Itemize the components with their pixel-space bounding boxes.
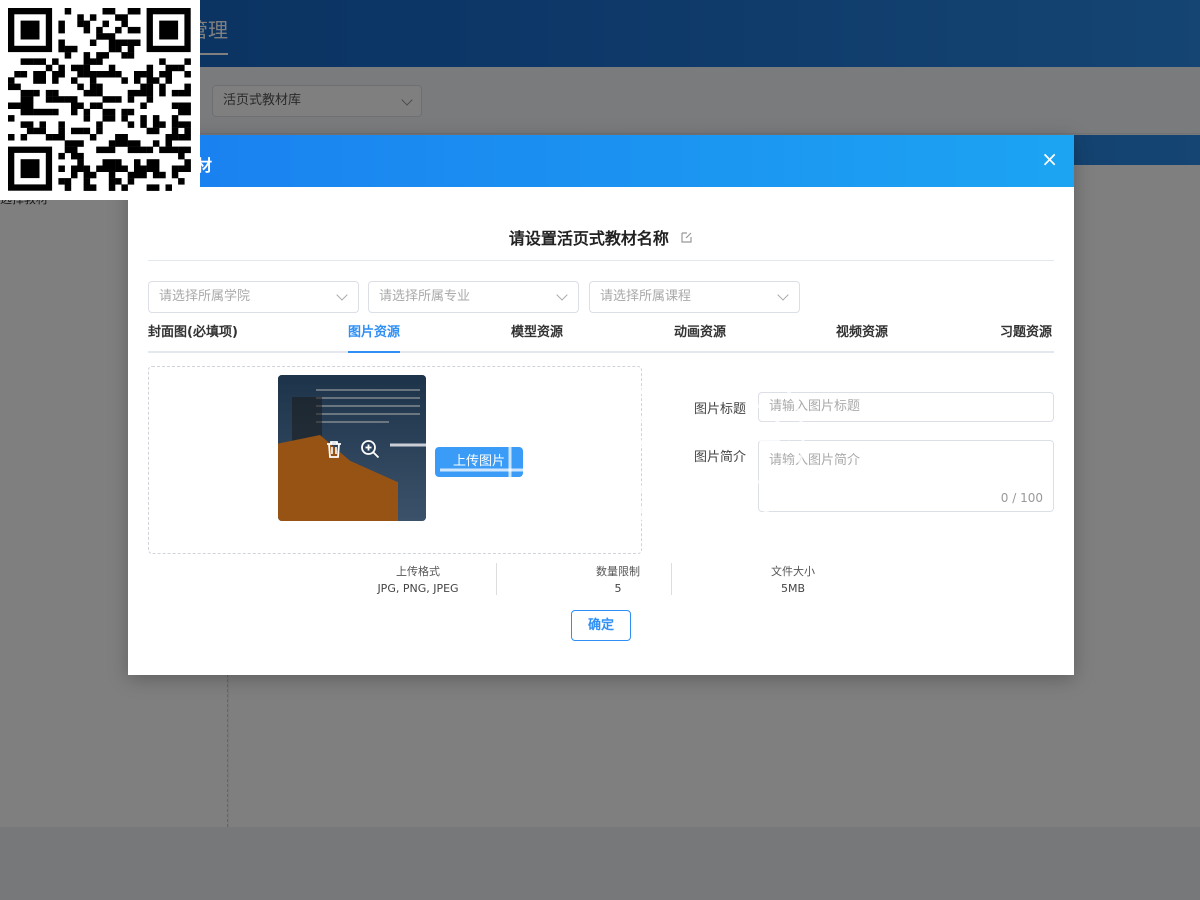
close-icon[interactable]: × [1041, 149, 1058, 169]
spec-format-value: JPG, PNG, JPEG [377, 582, 459, 595]
chevron-down-icon [556, 289, 568, 301]
image-title-input[interactable]: 请输入图片标题 [758, 392, 1054, 422]
tab-model[interactable]: 模型资源 [511, 323, 563, 353]
tab-animation[interactable]: 动画资源 [674, 323, 726, 353]
tab-exercise[interactable]: 习题资源 [1000, 323, 1052, 353]
image-upload-area[interactable]: 上传图片 [148, 366, 642, 554]
create-textbook-dialog: 页式教材 × 请设置活页式教材名称 请选择所属学院 请选择所属专业 请选择所属课… [128, 135, 1074, 675]
college-select-placeholder: 请选择所属学院 [159, 289, 251, 304]
course-select-placeholder: 请选择所属课程 [600, 289, 692, 304]
textbook-name-title: 请设置活页式教材名称 [508, 229, 669, 248]
spec-divider [671, 563, 672, 595]
spec-size-label: 文件大小 [771, 565, 815, 578]
chevron-down-icon [336, 289, 348, 301]
major-select-placeholder: 请选择所属专业 [379, 289, 471, 304]
course-select[interactable]: 请选择所属课程 [589, 281, 800, 313]
major-select[interactable]: 请选择所属专业 [368, 281, 579, 313]
spec-count: 数量限制 5 [558, 563, 678, 597]
spec-size-value: 5MB [780, 582, 806, 595]
edit-icon[interactable] [681, 231, 693, 247]
resource-tabs: 封面图(必填项) 图片资源 模型资源 动画资源 视频资源 习题资源 [148, 323, 1054, 353]
zoom-in-icon[interactable] [358, 437, 382, 461]
spec-format-label: 上传格式 [396, 565, 440, 578]
image-desc-textarea[interactable]: 请输入图片简介 0 / 100 [758, 440, 1054, 512]
image-desc-placeholder: 请输入图片简介 [769, 453, 861, 468]
spec-divider [496, 563, 497, 595]
spec-format: 上传格式 JPG, PNG, JPEG [358, 563, 478, 597]
spec-count-label: 数量限制 [596, 565, 640, 578]
image-desc-label: 图片简介 [693, 450, 746, 465]
image-title-label: 图片标题 [693, 402, 746, 417]
textbook-name-row: 请设置活页式教材名称 [148, 225, 1054, 261]
tab-cover[interactable]: 封面图(必填项) [148, 323, 238, 353]
upload-image-button[interactable]: 上传图片 [435, 447, 523, 477]
desc-char-counter: 0 / 100 [1000, 491, 1043, 505]
tab-video[interactable]: 视频资源 [836, 323, 888, 353]
dialog-header: 页式教材 × [128, 135, 1074, 187]
uploaded-image-thumbnail [278, 375, 426, 521]
thumbnail-hover-mask [278, 375, 426, 521]
college-select[interactable]: 请选择所属学院 [148, 281, 359, 313]
qr-code [0, 0, 200, 200]
delete-icon[interactable] [322, 437, 346, 461]
tab-image[interactable]: 图片资源 [348, 323, 401, 353]
confirm-button[interactable]: 确定 [571, 610, 631, 641]
chevron-down-icon [777, 289, 789, 301]
spec-size: 文件大小 5MB [733, 563, 853, 597]
spec-count-value: 5 [614, 582, 622, 595]
